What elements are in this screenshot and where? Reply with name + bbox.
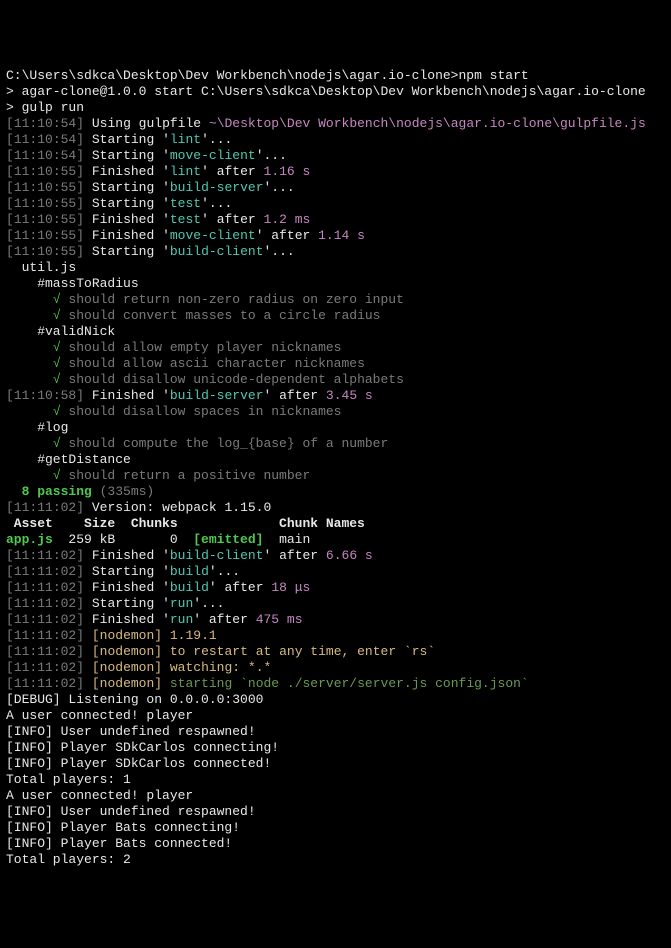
terminal-line: [INFO] Player Bats connecting!: [6, 820, 665, 836]
terminal-line: [INFO] Player SDkCarlos connected!: [6, 756, 665, 772]
terminal-line: [11:11:02] Finished 'build-client' after…: [6, 548, 665, 564]
terminal-line: Total players: 1: [6, 772, 665, 788]
terminal-line: Asset Size Chunks Chunk Names: [6, 516, 665, 532]
terminal-line: [11:10:55] Finished 'move-client' after …: [6, 228, 665, 244]
terminal-line: [11:11:02] [nodemon] to restart at any t…: [6, 644, 665, 660]
terminal-line: [INFO] Player Bats connected!: [6, 836, 665, 852]
terminal-line: [11:11:02] Version: webpack 1.15.0: [6, 500, 665, 516]
terminal-line: C:\Users\sdkca\Desktop\Dev Workbench\nod…: [6, 68, 665, 84]
terminal-line: [11:10:54] Starting 'move-client'...: [6, 148, 665, 164]
terminal-line: [INFO] User undefined respawned!: [6, 724, 665, 740]
terminal-line: > agar-clone@1.0.0 start C:\Users\sdkca\…: [6, 84, 665, 100]
terminal-line: [11:11:02] [nodemon] starting `node ./se…: [6, 676, 665, 692]
terminal-line: util.js: [6, 260, 665, 276]
terminal-line: [11:10:54] Starting 'lint'...: [6, 132, 665, 148]
terminal-line: [11:11:02] Starting 'build'...: [6, 564, 665, 580]
terminal-line: [11:10:55] Finished 'lint' after 1.16 s: [6, 164, 665, 180]
terminal-line: √ should return a positive number: [6, 468, 665, 484]
terminal-line: [INFO] User undefined respawned!: [6, 804, 665, 820]
terminal-line: √ should allow empty player nicknames: [6, 340, 665, 356]
terminal-line: [INFO] Player SDkCarlos connecting!: [6, 740, 665, 756]
terminal-line: √ should allow ascii character nicknames: [6, 356, 665, 372]
terminal-line: [11:10:55] Starting 'test'...: [6, 196, 665, 212]
terminal-line: √ should disallow spaces in nicknames: [6, 404, 665, 420]
terminal-line: [11:11:02] Finished 'build' after 18 μs: [6, 580, 665, 596]
terminal-line: #massToRadius: [6, 276, 665, 292]
terminal-line: A user connected! player: [6, 708, 665, 724]
terminal-line: #getDistance: [6, 452, 665, 468]
terminal-line: [11:11:02] Starting 'run'...: [6, 596, 665, 612]
terminal-line: √ should disallow unicode-dependent alph…: [6, 372, 665, 388]
terminal-line: #validNick: [6, 324, 665, 340]
terminal-line: [11:10:55] Starting 'build-server'...: [6, 180, 665, 196]
terminal-line: √ should compute the log_{base} of a num…: [6, 436, 665, 452]
terminal-line: [11:10:54] Using gulpfile ~\Desktop\Dev …: [6, 116, 665, 132]
terminal-line: Total players: 2: [6, 852, 665, 868]
terminal-output: C:\Users\sdkca\Desktop\Dev Workbench\nod…: [6, 68, 665, 868]
terminal-line: [11:10:58] Finished 'build-server' after…: [6, 388, 665, 404]
terminal-line: √ should return non-zero radius on zero …: [6, 292, 665, 308]
terminal-line: 8 passing (335ms): [6, 484, 665, 500]
terminal-line: [11:11:02] [nodemon] 1.19.1: [6, 628, 665, 644]
terminal-line: √ should convert masses to a circle radi…: [6, 308, 665, 324]
terminal-line: > gulp run: [6, 100, 665, 116]
terminal-line: [11:10:55] Finished 'test' after 1.2 ms: [6, 212, 665, 228]
terminal-line: [11:11:02] Finished 'run' after 475 ms: [6, 612, 665, 628]
terminal-line: [DEBUG] Listening on 0.0.0.0:3000: [6, 692, 665, 708]
terminal-line: app.js 259 kB 0 [emitted] main: [6, 532, 665, 548]
terminal-line: [11:10:55] Starting 'build-client'...: [6, 244, 665, 260]
terminal-line: A user connected! player: [6, 788, 665, 804]
terminal-line: #log: [6, 420, 665, 436]
terminal-line: [11:11:02] [nodemon] watching: *.*: [6, 660, 665, 676]
